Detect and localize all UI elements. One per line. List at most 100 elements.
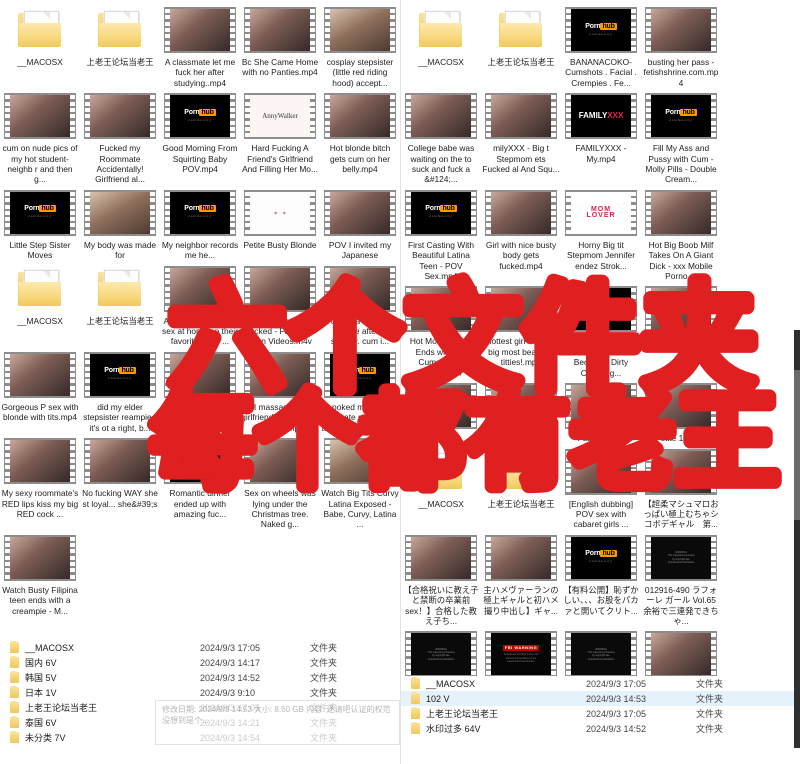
tile-label: 012916-490 ラフォーレ ガール Vol.65 余裕で三連発できちゃ..… [643,584,719,626]
video-tile[interactable]: A classmate let me fuck her after studyi… [160,2,240,88]
tile-thumbnail [81,435,159,487]
video-tile[interactable]: MOM LOVER Horny Big tit Stepmom Jennifer e… [561,185,641,282]
file-list-row[interactable]: __MACOSX 2024/9/3 17:05 文件夹 [0,640,400,655]
video-tile[interactable]: Hottest girl with the big most beautiful… [481,281,561,378]
video-tile[interactable]: Porn hub community My neighbor records me h… [160,185,240,261]
right-explorer-window[interactable]: __MACOSX 上老王论坛当老王 Porn hub community BANANACO… [400,0,800,764]
video-tile[interactable]: AnnyWalker Hard Fucking A Friend's Girlfr… [240,88,320,185]
video-tile[interactable]: [English dubbing] POV sex with cabaret g… [561,444,641,530]
folder-tile[interactable]: 上老王论坛当老王 [80,2,160,88]
folder-tile[interactable]: 上老王论坛当老王 [80,261,160,347]
photo-thumb [330,95,390,138]
tile-label: Watch Busty Filipina teen ends with a cr… [2,584,78,616]
file-list-row[interactable]: 水印过多 64V 2024/9/3 14:52 文件夹 [401,721,799,736]
file-list-row[interactable]: 韩国 5V 2024/9/3 14:52 文件夹 [0,670,400,685]
video-tile[interactable]: Sex on wheels was lying under the Christ… [240,433,320,530]
file-list-row[interactable]: 未分类 7V 2024/9/3 14:54 文件夹 [0,730,400,745]
file-name: 韩国 5V [25,673,57,683]
video-file-icon [405,383,477,430]
video-tile[interactable]: Bc She Came Home with no Panties.mp4 [240,2,320,88]
tile-label: Romantic dinner ended up with amazing fu… [169,488,231,519]
video-tile[interactable]: cum on nude pics of my hot student-neigh… [0,88,80,185]
tile-thumbnail [161,263,239,315]
file-list-row[interactable]: __MACOSX 2024/9/3 17:05 文件夹 [401,676,799,691]
video-tile[interactable]: Fucked my Roommate Accidentally! Girlfri… [80,88,160,185]
video-tile[interactable]: 主ハメヴァーランの極上ギャルと初ハメ撮り中出し】ギャ... [481,530,561,627]
video-tile[interactable]: Hot Morning Sex Ends with Big Cumshot on… [401,281,481,378]
video-tile[interactable]: n Bed With [641,281,721,378]
video-tile[interactable]: WARNING This material is protected by copy… [641,530,721,627]
video-tile[interactable]: Porn hub community Fill My Ass and Pussy wi… [641,88,721,185]
tile-label: [English dubbing] POV sex with cabaret g… [568,498,634,530]
file-type: 文件夹 [696,679,724,689]
video-file-icon [244,7,316,53]
video-tile[interactable]: My friend's wife [481,378,561,443]
video-tile[interactable]: HOTWIFE XXX HOTWIFE XXX - Perfect Tits MI… [561,281,641,378]
video-tile[interactable]: ◆ ◆ Petite Busty Blonde [240,185,320,261]
video-tile[interactable]: Porn hub community BANANACOKO-Cumshots . Fa… [561,2,641,88]
video-tile[interactable]: Porn hub community First Casting With Beaut… [401,185,481,282]
video-tile[interactable]: Fucked a beautiful blonde after a shower… [320,261,400,347]
video-tile[interactable]: Petite 18 Year [641,378,721,443]
video-tile[interactable]: I massage my girlfriend's friend and fuc… [240,347,320,433]
left-details-list[interactable]: __MACOSX 2024/9/3 17:05 文件夹 国内 6V 2024/9/3 1… [0,640,400,764]
file-list-row[interactable]: 上老王论坛当老王 2024/9/3 17:05 文件夹 [0,700,400,715]
left-tile-grid[interactable]: __MACOSX 上老王论坛当老王 A classmate let me fuck … [0,0,400,640]
video-tile[interactable]: A young couple has sex at home on their … [160,261,240,347]
right-tile-grid[interactable]: __MACOSX 上老王论坛当老王 Porn hub community BANANACO… [401,0,799,764]
video-file-icon [485,383,557,430]
video-tile[interactable]: My sexy roommate's RED lips kiss my big … [0,433,80,530]
video-tile[interactable]: Hot Big Boob Milf Takes On A Giant Dick … [641,185,721,282]
video-tile[interactable]: Passionately [561,378,641,443]
file-list-row[interactable]: 泰国 6V 2024/9/3 14:21 文件夹 [0,715,400,730]
left-explorer-window[interactable]: __MACOSX 上老王论坛当老王 A classmate let me fuck … [0,0,400,764]
scrollbar-thumb[interactable] [794,370,800,520]
video-tile[interactable]: Watch Big Tits Curvy Latina Exposed - Ba… [320,433,400,530]
video-tile[interactable]: Porn hub community I poked my pussy and ate… [320,347,400,433]
folder-tile[interactable]: 上老王论坛当老王 [481,2,561,88]
tile-label: Passionately [577,433,625,444]
folder-tile[interactable]: __MACOSX [0,2,80,88]
video-tile[interactable]: No fucking WAY she st loyal... she&#39;s [80,433,160,530]
video-tile[interactable]: Gorgeous P sex with blonde with tits.mp4 [0,347,80,433]
video-tile[interactable]: busting her pass - fetishshrine.com.mp4 [641,2,721,88]
video-tile[interactable]: Porn hub community did my elder stepsister … [80,347,160,433]
video-tile[interactable]: Porn hub community Good Morning From Squirt… [160,88,240,185]
photo-thumb [491,191,551,234]
video-tile[interactable]: milyXXX - Big t Stepmom ets Fucked al An… [481,88,561,185]
folder-tile[interactable]: 上老王论坛当老王 [481,444,561,530]
video-tile[interactable]: Porn hub community Little Step Sister Moves [0,185,80,261]
video-file-icon [84,189,156,236]
tile-thumbnail [482,380,560,432]
video-tile[interactable]: Mamacita [401,378,481,443]
file-list-row[interactable]: 国内 6V 2024/9/3 14:17 文件夹 [0,655,400,670]
tile-thumbnail [402,380,480,432]
folder-tile[interactable]: __MACOSX [0,261,80,347]
video-tile[interactable]: 【合格祝いに教え子と禁断の卒業前sex！】合格した教え子ち... [401,530,481,627]
pornhub-logo: Porn hub community [170,191,230,234]
right-details-list[interactable]: __MACOSX 2024/9/3 17:05 文件夹 102 V 2024/9/3 1… [401,676,799,764]
video-tile[interactable]: College babe was waiting on the to suck … [401,88,481,185]
file-list-row[interactable]: 日本 1V 2024/9/3 9:10 文件夹 [0,685,400,700]
right-window-scrollbar[interactable] [794,330,800,748]
video-file-icon [4,534,76,581]
video-tile[interactable]: I love cumming in her pussy.mp4 [160,347,240,433]
file-list-row[interactable]: 102 V 2024/9/3 14:53 文件夹 [401,691,799,706]
folder-tile[interactable]: __MACOSX [401,2,481,88]
video-tile[interactable]: Girl with nice busty body gets fucked.mp… [481,185,561,282]
video-tile[interactable]: POV I invited my Japanese [320,185,400,261]
file-list-row[interactable]: 上老王论坛当老王 2024/9/3 17:05 文件夹 [401,706,799,721]
tile-thumbnail [642,628,720,680]
photo-thumb [571,385,631,428]
video-tile[interactable]: FAMILYXXX FAMILYXXX - My.mp4 [561,88,641,185]
video-tile[interactable]: Hot blonde bitch gets cum on her belly.m… [320,88,400,185]
video-tile[interactable]: 【超柔マシュマロおっぱい極上むちゃシコボデギャル 第... [641,444,721,530]
video-tile[interactable]: Porn hub community Romantic dinner ended up… [160,433,240,530]
video-tile[interactable]: College teen gets fucked - Faperoni Porn… [240,261,320,347]
video-tile[interactable]: My body was made for [80,185,160,261]
tile-label: cum on nude pics of my hot student-neigh… [2,143,78,185]
folder-tile[interactable]: __MACOSX [401,444,481,530]
video-tile[interactable]: Porn hub community 【有料公開】恥ずかしい、、、お股をパカァと開いて… [561,530,641,627]
video-tile[interactable]: cosplay stepsister (little red riding ho… [320,2,400,88]
video-tile[interactable]: Watch Busty Filipina teen ends with a cr… [0,530,80,616]
